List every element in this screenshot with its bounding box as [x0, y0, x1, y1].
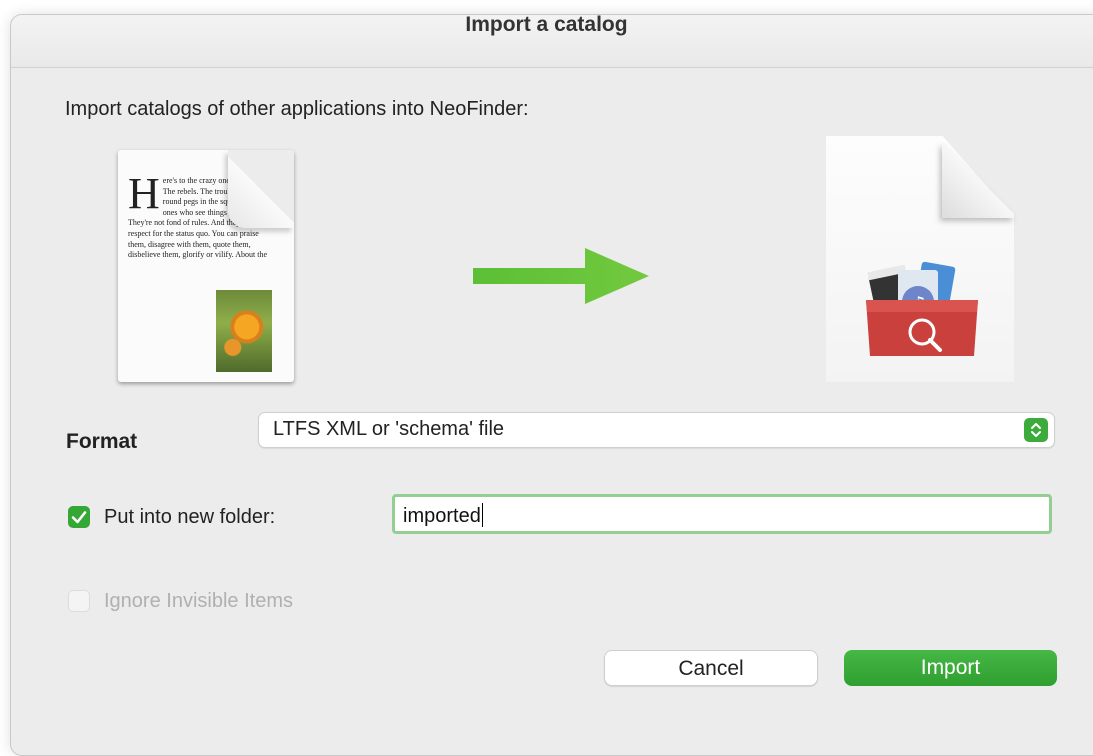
import-button[interactable]: Import — [844, 650, 1057, 686]
cancel-button[interactable]: Cancel — [604, 650, 818, 686]
text-document-icon: Here's to the crazy ones. The misfits. T… — [118, 150, 294, 382]
folder-name-field[interactable]: imported — [392, 494, 1052, 534]
document-dropcap: H — [128, 169, 160, 218]
neofinder-app-icon: ♫ — [866, 261, 978, 356]
page-curl — [228, 150, 294, 228]
file-page-curl — [942, 136, 1014, 218]
dialog-title: Import a catalog — [465, 13, 628, 36]
import-catalog-dialog — [10, 14, 1093, 756]
ignore-invisible-label: Ignore Invisible Items — [104, 590, 293, 612]
intro-text: Import catalogs of other applications in… — [65, 98, 529, 120]
new-folder-checkbox[interactable] — [68, 506, 90, 528]
checkmark-icon — [71, 511, 87, 524]
chevron-updown-icon — [1024, 418, 1048, 442]
text-caret — [481, 503, 484, 527]
format-selected-value: LTFS XML or 'schema' file — [273, 418, 505, 440]
new-folder-label[interactable]: Put into new folder: — [104, 506, 275, 529]
right-arrow-icon — [473, 248, 649, 304]
format-label: Format — [66, 430, 138, 453]
ignore-invisible-checkbox — [68, 590, 90, 612]
format-popup-button[interactable]: LTFS XML or 'schema' file — [258, 412, 1055, 448]
flower-photo-thumbnail — [216, 290, 272, 372]
folder-name-value: imported — [403, 505, 481, 527]
